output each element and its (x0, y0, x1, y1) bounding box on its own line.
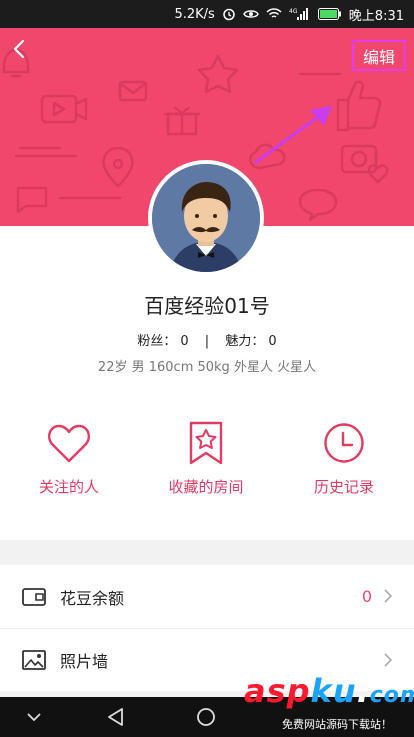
action-label: 关注的人 (38, 478, 99, 496)
chevron-down-icon (27, 713, 41, 722)
back-arrow-icon (13, 39, 25, 59)
avatar[interactable] (148, 160, 264, 276)
nav-collapse-button[interactable] (22, 705, 46, 729)
balance-value: 0 (361, 587, 372, 606)
charm-count[interactable]: 0 (268, 334, 276, 349)
annotation-arrow (254, 106, 332, 164)
network-speed: 5.2K/s (174, 6, 215, 22)
back-button[interactable] (8, 36, 30, 62)
wallet-icon (22, 585, 46, 609)
settings-list: 花豆余额 0 照片墙 (0, 565, 414, 691)
quick-actions: 关注的人 收藏的房间 历史记录 (0, 420, 414, 500)
stats-line: 粉丝： 0 | 魅力： 0 (0, 330, 414, 349)
action-label: 历史记录 (313, 478, 374, 496)
battery-icon (317, 7, 342, 21)
list-item-label: 花豆余额 (60, 588, 125, 608)
list-item-balance[interactable]: 花豆余额 0 (0, 565, 414, 628)
clock-icon (321, 420, 367, 466)
list-item-label: 照片墙 (60, 652, 109, 671)
chevron-right-icon (384, 653, 392, 667)
username: 百度经验01号 (144, 294, 270, 318)
list-item-photo-wall[interactable]: 照片墙 (0, 628, 414, 691)
system-nav-bar (0, 697, 414, 737)
action-label: 收藏的房间 (168, 478, 244, 496)
clock-time: 晚上8:31 (348, 8, 404, 24)
circle-home-icon (197, 708, 215, 726)
image-icon (22, 648, 46, 672)
nav-back-button[interactable] (104, 705, 128, 729)
chevron-right-icon (384, 589, 392, 603)
triangle-back-icon (108, 708, 123, 726)
bookmark-star-icon (183, 420, 229, 466)
profile-bio: 22岁 男 160cm 50kg 外星人 火星人 (97, 360, 317, 375)
eye-icon (243, 7, 259, 21)
heart-icon (46, 420, 92, 466)
charm-label: 魅力： (225, 334, 265, 349)
alarm-icon (222, 7, 236, 21)
action-history[interactable]: 历史记录 (279, 420, 409, 500)
profile-card: 百度经验01号 粉丝： 0 | 魅力： 0 22岁 男 160cm 50kg 外星人… (0, 160, 414, 540)
status-bar: 5.2K/s 4G 晚上8:31 (0, 0, 414, 28)
svg-text:4G: 4G (289, 8, 298, 15)
nav-home-button[interactable] (194, 705, 218, 729)
action-following[interactable]: 关注的人 (4, 420, 134, 500)
fans-count[interactable]: 0 (180, 334, 188, 349)
stats-divider: | (204, 334, 210, 349)
fans-label: 粉丝： (137, 334, 177, 349)
avatar-illustration (152, 164, 260, 272)
wifi-icon (266, 7, 282, 21)
signal-icon: 4G (289, 7, 311, 21)
edit-button[interactable]: 编辑 (352, 40, 406, 71)
action-favorites[interactable]: 收藏的房间 (141, 420, 271, 500)
profile-screen: 5.2K/s 4G 晚上8:31 编辑 百度经验01号 粉丝： 0 | 魅力： … (0, 0, 414, 737)
avatar-image (152, 164, 260, 272)
